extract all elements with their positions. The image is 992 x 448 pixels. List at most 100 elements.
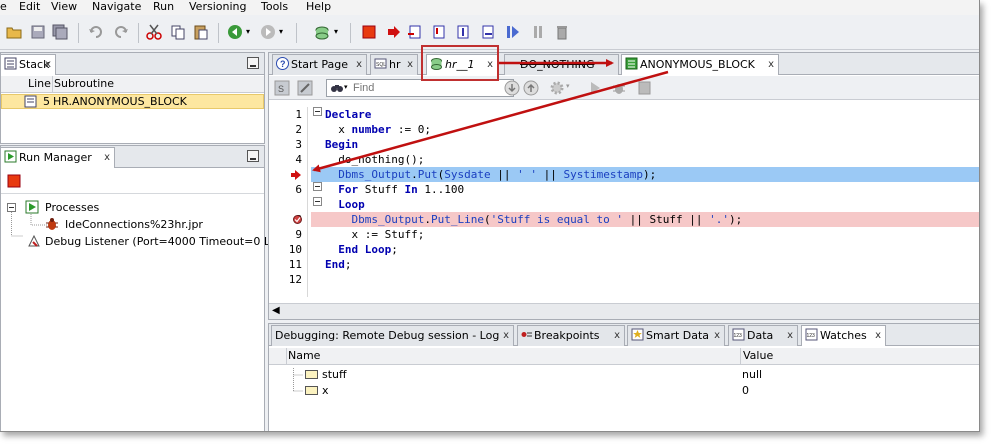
close-icon[interactable]: x — [407, 55, 413, 74]
code-line[interactable]: Loop — [325, 197, 975, 212]
code-line[interactable]: x := Stuff; — [325, 227, 975, 242]
code-line[interactable]: do_nothing(); — [325, 152, 975, 167]
close-icon[interactable]: x — [787, 326, 793, 345]
cut-icon[interactable] — [146, 24, 162, 40]
collapse-icon[interactable] — [7, 203, 16, 212]
menu-file[interactable]: e — [0, 0, 7, 14]
back-icon[interactable] — [227, 24, 243, 40]
stop-icon[interactable] — [7, 174, 21, 188]
binoculars-icon[interactable] — [330, 82, 344, 94]
run-icon[interactable] — [587, 80, 603, 96]
resume-icon[interactable] — [505, 24, 521, 40]
processes-label[interactable]: Processes — [45, 201, 99, 215]
code-line[interactable]: Declare — [325, 107, 975, 122]
close-icon[interactable]: x — [714, 326, 720, 345]
step-into-icon[interactable] — [431, 24, 447, 40]
forward-dropdown-icon[interactable]: ▾ — [279, 27, 283, 36]
close-icon[interactable]: x — [104, 148, 110, 167]
step-out-icon[interactable] — [455, 24, 471, 40]
column-header-line[interactable]: Line — [28, 76, 51, 92]
process-item[interactable]: IdeConnections%23hr.jpr — [65, 218, 203, 232]
tab-debug-log[interactable]: Debugging: Remote Debug session - Log x — [271, 325, 514, 346]
settings-icon[interactable] — [549, 80, 565, 96]
find-execution-point-icon[interactable] — [386, 24, 402, 40]
code-editor[interactable]: 1234689101112 Declare x number := 0;Begi… — [269, 101, 979, 303]
menu-view[interactable]: View — [51, 0, 77, 14]
fold-icon[interactable] — [313, 182, 322, 191]
tab-label: Watches — [820, 329, 867, 342]
find-input[interactable] — [353, 81, 503, 95]
code-line[interactable] — [325, 272, 975, 287]
connection-dropdown-icon[interactable]: ▾ — [334, 27, 338, 36]
tab-hr[interactable]: SQL hr x — [370, 54, 418, 75]
menu-run[interactable]: Run — [153, 0, 174, 14]
forward-icon[interactable] — [260, 24, 276, 40]
fold-icon[interactable] — [313, 197, 322, 206]
step-over-icon[interactable] — [407, 24, 423, 40]
horizontal-scrollbar[interactable]: ◀ — [269, 303, 979, 319]
undo-icon[interactable] — [88, 24, 104, 40]
tab-breakpoints[interactable]: Breakpoints x — [517, 325, 625, 346]
open-folder-icon[interactable] — [6, 24, 22, 40]
svg-text:123: 123 — [734, 333, 743, 339]
step-to-end-icon[interactable] — [480, 24, 496, 40]
code-line[interactable]: Dbms_Output.Put_Line('Stuff is equal to … — [325, 212, 975, 227]
copy-icon[interactable] — [170, 24, 186, 40]
column-header-name[interactable]: Name — [286, 348, 320, 364]
tab-do-nothing[interactable]: DO_NOTHING — [504, 54, 619, 75]
tab-watches[interactable]: 123 Watches x — [801, 325, 886, 346]
menu-tools[interactable]: Tools — [261, 0, 288, 14]
back-dropdown-icon[interactable]: ▾ — [246, 27, 250, 36]
fold-icon[interactable] — [313, 107, 322, 116]
column-header-subroutine[interactable]: Subroutine — [52, 76, 114, 92]
column-header-value[interactable]: Value — [740, 348, 773, 364]
scroll-left-icon[interactable]: ◀ — [272, 305, 280, 316]
code-line[interactable]: x number := 0; — [325, 122, 975, 137]
menu-navigate[interactable]: Navigate — [92, 0, 141, 14]
menu-help[interactable]: Help — [306, 0, 331, 14]
menu-versioning[interactable]: Versioning — [189, 0, 246, 14]
tab-stack[interactable]: Stack x — [0, 54, 56, 75]
edit-icon[interactable] — [297, 80, 313, 96]
close-icon[interactable]: x — [503, 326, 509, 345]
close-icon[interactable]: x — [614, 326, 620, 345]
close-icon[interactable]: x — [768, 55, 774, 74]
code-line[interactable]: Dbms_Output.Put(Sysdate || ' ' || Systim… — [325, 167, 975, 182]
paste-icon[interactable] — [193, 24, 209, 40]
code-line[interactable]: For Stuff In 1..100 — [325, 182, 975, 197]
code-line[interactable]: End; — [325, 257, 975, 272]
tab-data[interactable]: 123 Data x — [728, 325, 798, 346]
redo-icon[interactable] — [113, 24, 129, 40]
table-row[interactable]: 5 HR.ANONYMOUS_BLOCK — [1, 94, 264, 109]
tab-smart-data[interactable]: Smart Data x — [627, 325, 725, 346]
sql-icon[interactable]: S — [274, 80, 290, 96]
pause-icon[interactable] — [530, 24, 546, 40]
execution-point-icon[interactable] — [291, 170, 301, 180]
minimize-icon[interactable] — [247, 150, 259, 162]
close-icon[interactable]: x — [356, 55, 362, 74]
find-previous-icon[interactable] — [523, 80, 539, 96]
tab-run-manager[interactable]: Run Manager x — [0, 147, 115, 168]
garbage-collect-icon[interactable] — [554, 24, 570, 40]
code-line[interactable]: End Loop; — [325, 242, 975, 257]
close-icon[interactable]: x — [45, 55, 51, 74]
close-icon[interactable]: x — [875, 326, 881, 345]
breakpoint-icon[interactable] — [293, 215, 302, 224]
save-all-icon[interactable] — [52, 24, 68, 40]
code-line[interactable]: Begin — [325, 137, 975, 152]
settings-dropdown-icon[interactable]: ▾ — [566, 82, 570, 90]
find-dropdown-icon[interactable]: ▾ — [344, 83, 348, 91]
debug-icon[interactable] — [611, 80, 627, 96]
compile-icon[interactable] — [637, 80, 653, 96]
sql-connection-icon[interactable] — [314, 24, 330, 40]
tab-start-page[interactable]: ? Start Page x — [272, 54, 367, 75]
terminate-icon[interactable] — [361, 24, 377, 40]
save-icon[interactable] — [30, 24, 46, 40]
debug-listener-label[interactable]: Debug Listener (Port=4000 Timeout=0 L — [45, 235, 270, 249]
table-row[interactable]: x 0 — [305, 384, 979, 399]
tab-anonymous-block[interactable]: ANONYMOUS_BLOCK x — [621, 54, 779, 75]
find-next-icon[interactable] — [504, 80, 520, 96]
table-row[interactable]: stuff null — [305, 368, 979, 383]
menu-edit[interactable]: Edit — [19, 0, 40, 14]
minimize-icon[interactable] — [247, 57, 259, 69]
